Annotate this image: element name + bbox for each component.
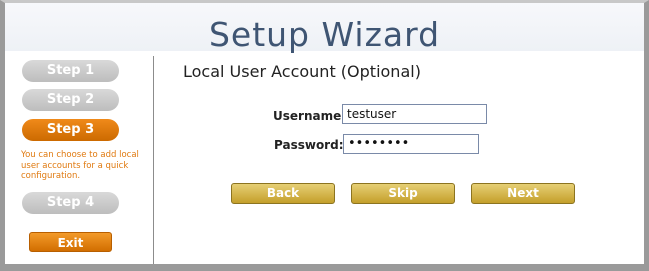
- section-title: Local User Account (Optional): [183, 62, 421, 81]
- username-field[interactable]: [342, 104, 487, 124]
- step-hint-text: You can choose to add local user account…: [21, 150, 139, 181]
- skip-button[interactable]: Skip: [351, 183, 455, 204]
- title-bar: Setup Wizard: [5, 3, 644, 54]
- step-2-button[interactable]: Step 2: [22, 89, 119, 111]
- password-field[interactable]: ••••••••: [343, 134, 479, 154]
- page-title: Setup Wizard: [208, 15, 441, 54]
- username-label: Username:: [273, 109, 347, 123]
- back-button[interactable]: Back: [231, 183, 335, 204]
- step-3-button[interactable]: Step 3: [22, 119, 119, 141]
- exit-button[interactable]: Exit: [29, 232, 112, 252]
- step-1-button[interactable]: Step 1: [22, 60, 119, 82]
- sidebar-divider: [153, 56, 154, 264]
- step-4-button[interactable]: Step 4: [22, 192, 119, 214]
- next-button[interactable]: Next: [471, 183, 575, 204]
- password-label: Password:: [274, 138, 344, 152]
